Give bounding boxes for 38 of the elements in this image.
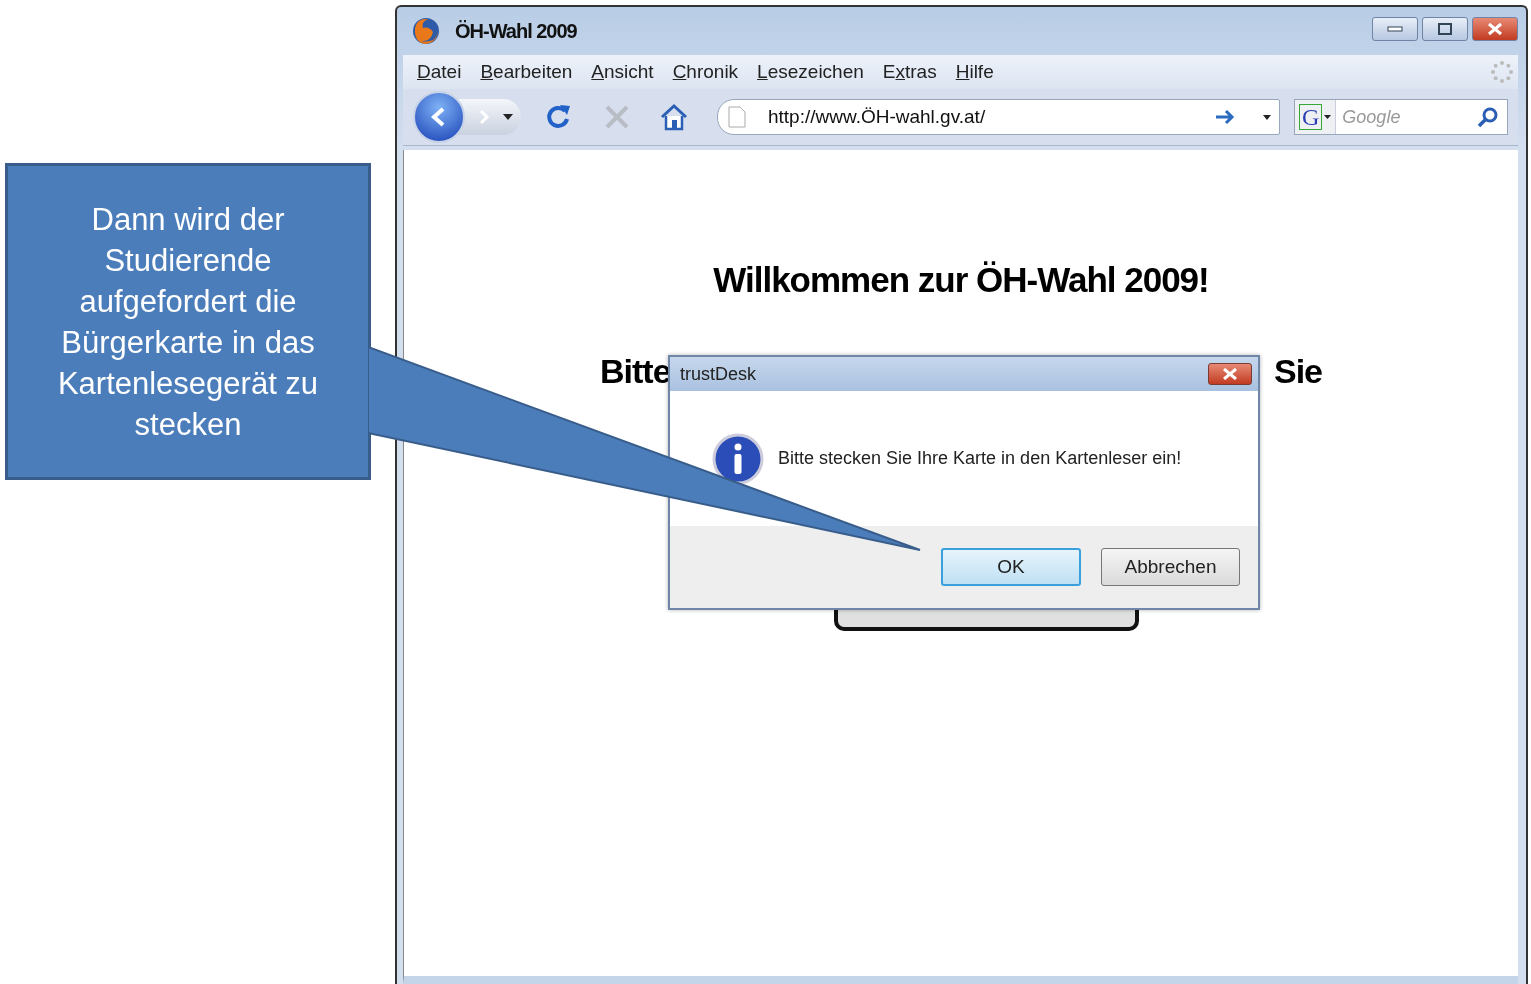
dialog-button[interactable]: OK (941, 548, 1081, 586)
home-icon[interactable] (659, 103, 689, 131)
menu-item[interactable]: Extras (882, 61, 937, 83)
search-box[interactable]: G Google (1294, 99, 1508, 135)
search-engine-letter: G (1299, 104, 1323, 130)
dropdown-caret-icon[interactable] (503, 114, 513, 120)
menu-item[interactable]: Hilfe (955, 61, 994, 83)
callout-text: Dann wird der Studierende aufgefordert die Bürgerkarte in das Kartenlesegerät zu stecken (5, 163, 371, 480)
prompt-text: Bitte (600, 352, 671, 391)
minimize-button[interactable] (1372, 17, 1418, 41)
browser-logo-icon (411, 16, 441, 46)
menu-item[interactable]: Lesezeichen (757, 61, 864, 83)
prompt-text: Sie (1273, 352, 1322, 391)
maximize-icon (1437, 23, 1453, 35)
close-button[interactable] (1472, 17, 1518, 41)
throbber-icon (1490, 60, 1514, 84)
dialog-title: trustDesk (680, 363, 757, 385)
menu-item[interactable]: Chronik (672, 61, 739, 83)
minimize-icon (1387, 26, 1403, 32)
close-button[interactable] (1208, 363, 1252, 385)
dropdown-caret-icon[interactable] (1324, 115, 1332, 119)
page-heading: Willkommen zur ÖH-Wahl 2009! (713, 260, 1209, 300)
close-icon (1487, 22, 1503, 36)
dialog-button[interactable]: Abbrechen (1101, 548, 1240, 586)
dropdown-caret-icon[interactable] (1263, 114, 1271, 120)
menu-item[interactable]: Ansicht (591, 61, 654, 83)
menu-item[interactable]: Bearbeiten (480, 61, 573, 83)
close-icon (1222, 368, 1238, 380)
search-icon[interactable] (1477, 106, 1499, 128)
window-title: ÖH-Wahl 2009 (455, 19, 578, 43)
page-icon (728, 106, 746, 128)
menu-item[interactable]: Datei (417, 61, 462, 83)
address-field[interactable]: http://www.ÖH-wahl.gv.at/ (717, 99, 1280, 135)
info-icon (712, 432, 764, 485)
back-button[interactable] (413, 91, 465, 143)
dialog-message: Bitte stecken Sie Ihre Karte in den Kartenleser ein! (778, 448, 1182, 469)
go-arrow-icon[interactable] (1215, 109, 1235, 125)
maximize-button[interactable] (1422, 17, 1468, 41)
